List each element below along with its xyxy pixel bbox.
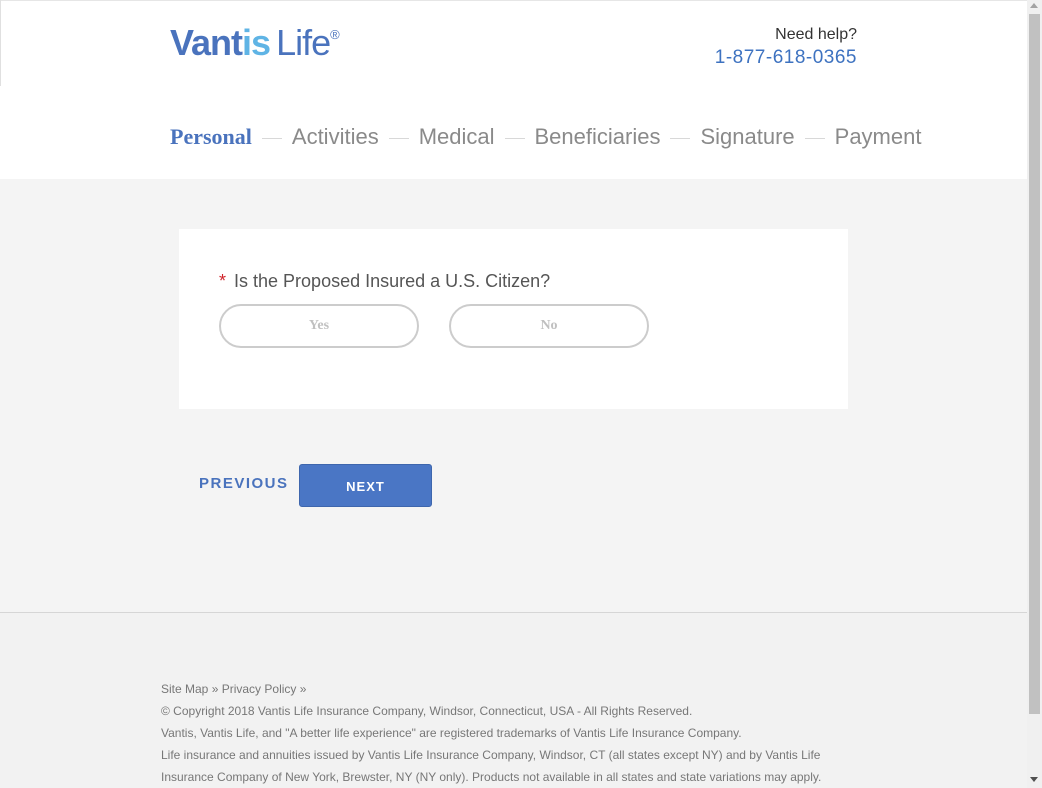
site-map-link[interactable]: Site Map » bbox=[161, 682, 218, 696]
site-header: Vantis Life® Need help? 1-877-618-0365 Pe… bbox=[0, 0, 1027, 179]
required-marker: * bbox=[219, 271, 227, 291]
yes-option-button[interactable]: Yes bbox=[219, 304, 419, 348]
scroll-thumb[interactable] bbox=[1029, 14, 1040, 714]
step-payment[interactable]: Payment bbox=[835, 124, 922, 150]
question-card: * Is the Proposed Insured a U.S. Citizen?… bbox=[179, 229, 848, 409]
step-medical[interactable]: Medical bbox=[419, 124, 495, 150]
step-separator bbox=[504, 137, 525, 139]
vantis-life-logo[interactable]: Vantis Life® bbox=[170, 22, 340, 63]
logo-text-life: Life bbox=[276, 22, 331, 63]
step-activities[interactable]: Activities bbox=[292, 124, 379, 150]
footer-trademarks: Vantis, Vantis Life, and "A better life … bbox=[161, 726, 742, 740]
question-row: * Is the Proposed Insured a U.S. Citizen? bbox=[219, 271, 550, 292]
previous-button[interactable]: PREVIOUS bbox=[199, 475, 289, 492]
scroll-up-arrow-icon[interactable] bbox=[1030, 3, 1038, 8]
footer-links: Site Map » Privacy Policy » bbox=[161, 678, 841, 700]
step-signature[interactable]: Signature bbox=[700, 124, 794, 150]
footer-copyright: © Copyright 2018 Vantis Life Insurance C… bbox=[161, 704, 693, 718]
help-contact: Need help? 1-877-618-0365 bbox=[715, 25, 857, 71]
logo-text-is: is bbox=[242, 22, 271, 63]
logo-registered-mark: ® bbox=[330, 27, 340, 42]
scroll-down-arrow-icon[interactable] bbox=[1030, 777, 1038, 782]
step-separator bbox=[388, 137, 409, 139]
footer-disclaimer: Life insurance and annuities issued by V… bbox=[161, 748, 822, 784]
help-phone-link[interactable]: 1-877-618-0365 bbox=[715, 45, 857, 71]
step-personal[interactable]: Personal bbox=[170, 124, 252, 150]
question-text: Is the Proposed Insured a U.S. Citizen? bbox=[234, 271, 551, 291]
no-option-button[interactable]: No bbox=[449, 304, 649, 348]
help-label: Need help? bbox=[775, 26, 857, 43]
step-separator bbox=[261, 137, 282, 139]
step-separator bbox=[804, 137, 825, 139]
progress-steps: Personal Activities Medical Beneficiarie… bbox=[170, 122, 921, 152]
privacy-policy-link[interactable]: Privacy Policy » bbox=[222, 682, 307, 696]
logo-text-vant: Vant bbox=[170, 22, 243, 63]
site-footer: Site Map » Privacy Policy » © Copyright … bbox=[0, 613, 1027, 788]
next-button[interactable]: NEXT bbox=[299, 464, 432, 507]
step-beneficiaries[interactable]: Beneficiaries bbox=[535, 124, 661, 150]
step-separator bbox=[670, 137, 691, 139]
header-top-border bbox=[0, 0, 1027, 1]
header-left-border bbox=[0, 0, 1, 86]
footer-text: Site Map » Privacy Policy » © Copyright … bbox=[161, 678, 841, 788]
vertical-scrollbar[interactable] bbox=[1027, 0, 1042, 788]
